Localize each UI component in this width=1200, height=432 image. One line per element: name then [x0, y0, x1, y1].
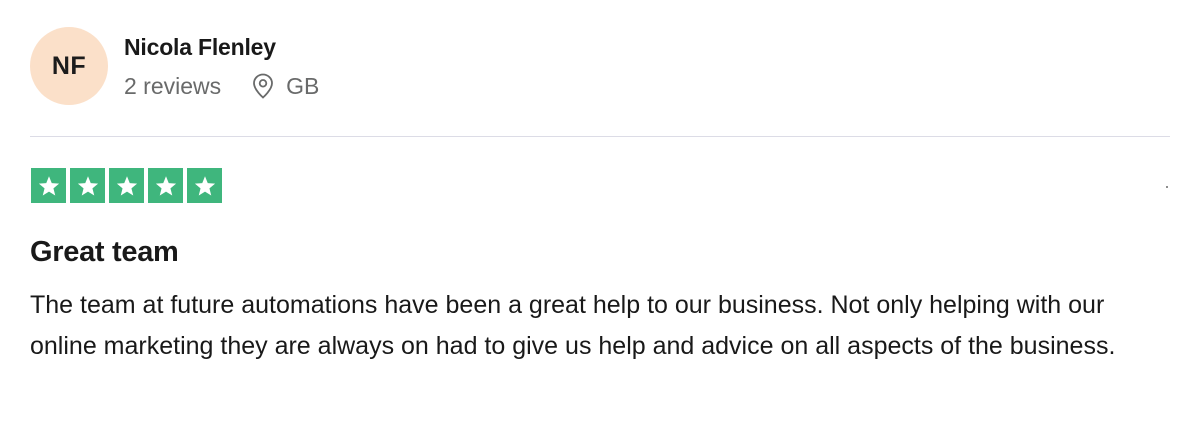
avatar[interactable]: NF	[30, 27, 108, 105]
reviewer-location: GB	[251, 73, 319, 99]
star-rating	[31, 168, 222, 203]
review-title[interactable]: Great team	[30, 233, 179, 271]
avatar-initials: NF	[51, 51, 87, 80]
star-icon	[70, 168, 105, 203]
separator-dot	[1166, 186, 1168, 188]
star-icon	[148, 168, 183, 203]
review-body: The team at future automations have been…	[30, 291, 1116, 360]
location-pin-icon	[251, 73, 275, 99]
review-card: NF Nicola Flenley 2 reviews GB Great tea…	[0, 0, 1200, 432]
reviewer-header: NF Nicola Flenley 2 reviews GB	[30, 27, 319, 105]
review-count: 2 reviews	[124, 73, 222, 99]
divider	[30, 136, 1170, 137]
star-icon	[31, 168, 66, 203]
reviewer-info: Nicola Flenley 2 reviews GB	[124, 33, 319, 99]
reviewer-meta: 2 reviews GB	[124, 73, 319, 99]
star-icon	[187, 168, 222, 203]
star-icon	[109, 168, 144, 203]
reviewer-name[interactable]: Nicola Flenley	[124, 33, 319, 61]
reviewer-country: GB	[286, 73, 320, 99]
